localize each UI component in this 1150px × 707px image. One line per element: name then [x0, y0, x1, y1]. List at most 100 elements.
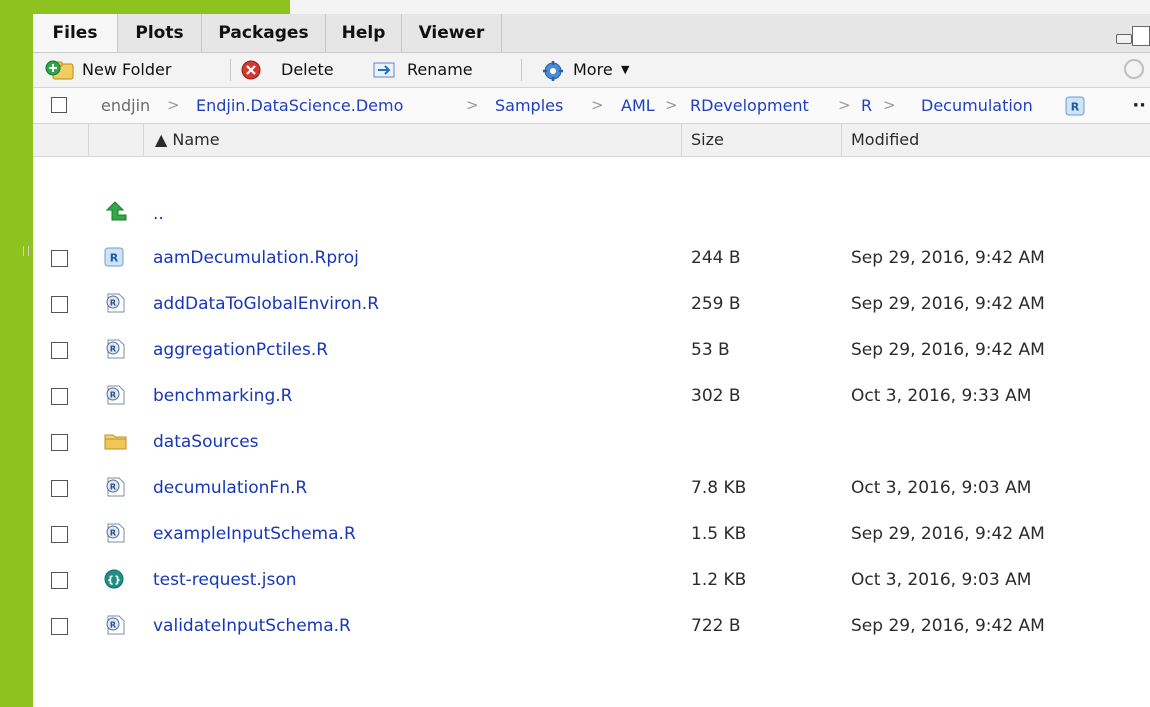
file-name-link[interactable]: addDataToGlobalEnviron.R: [153, 281, 379, 327]
svg-text:{}: {}: [107, 575, 121, 586]
column-header-size[interactable]: Size: [691, 124, 724, 156]
row-checkbox[interactable]: [51, 480, 68, 497]
delete-icon: [241, 60, 261, 80]
column-divider: [681, 124, 682, 156]
table-row: R aamDecumulation.Rproj 244 B Sep 29, 20…: [33, 235, 1150, 281]
file-name-link[interactable]: ..: [153, 191, 164, 237]
rename-icon: [373, 62, 395, 78]
new-folder-icon: [45, 60, 74, 80]
chevron-down-icon: ▼: [621, 63, 630, 76]
files-pane: Files Plots Packages Help Viewer New Fol…: [23, 0, 1150, 707]
file-size: 244 B: [691, 248, 741, 268]
row-checkbox[interactable]: [51, 618, 68, 635]
breadcrumb-overflow[interactable]: ··: [1132, 88, 1146, 123]
row-checkbox[interactable]: [51, 572, 68, 589]
new-folder-button[interactable]: New Folder: [45, 57, 215, 83]
file-size: 53 B: [691, 340, 730, 360]
breadcrumb-item[interactable]: Endjin.DataScience.Demo: [196, 88, 403, 123]
row-checkbox[interactable]: [51, 342, 68, 359]
more-button[interactable]: More ▼: [541, 57, 661, 83]
breadcrumb-item[interactable]: R: [861, 88, 872, 123]
breadcrumb-separator: >: [466, 96, 479, 114]
svg-text:R: R: [110, 252, 119, 265]
toolbar-separator: [521, 59, 522, 81]
toolbar-separator: [230, 59, 231, 81]
select-all-checkbox[interactable]: [51, 97, 67, 113]
tab-files[interactable]: Files: [33, 14, 118, 52]
refresh-icon[interactable]: [1124, 59, 1144, 79]
table-row: R aggregationPctiles.R 53 B Sep 29, 2016…: [33, 327, 1150, 373]
table-row: R addDataToGlobalEnviron.R 259 B Sep 29,…: [33, 281, 1150, 327]
column-header-name[interactable]: ▲ Name: [155, 124, 220, 156]
breadcrumb-item[interactable]: Samples: [495, 88, 563, 123]
table-row: {} test-request.json 1.2 KB Oct 3, 2016,…: [33, 557, 1150, 603]
row-checkbox[interactable]: [51, 388, 68, 405]
r-file-icon: R: [106, 339, 125, 359]
gear-icon: [543, 61, 563, 81]
column-divider: [841, 124, 842, 156]
rename-label: Rename: [407, 60, 473, 79]
r-file-icon: R: [106, 293, 125, 313]
r-file-icon: R: [106, 385, 125, 405]
file-name-link[interactable]: test-request.json: [153, 557, 297, 603]
file-name-link[interactable]: aamDecumulation.Rproj: [153, 235, 359, 281]
svg-text:R: R: [110, 299, 116, 308]
folder-name-link[interactable]: dataSources: [153, 419, 259, 465]
breadcrumb-item[interactable]: RDevelopment: [690, 88, 809, 123]
file-size: 302 B: [691, 386, 741, 406]
table-row: R validateInputSchema.R 722 B Sep 29, 20…: [33, 603, 1150, 649]
up-arrow-icon: [105, 201, 127, 221]
row-checkbox[interactable]: [51, 296, 68, 313]
files-toolbar: New Folder Delete Rename More ▼: [33, 53, 1150, 88]
table-row: R benchmarking.R 302 B Oct 3, 2016, 9:33…: [33, 373, 1150, 419]
tab-bar: Files Plots Packages Help Viewer: [33, 14, 1150, 53]
background-accent-left: [0, 0, 33, 707]
file-size: 722 B: [691, 616, 741, 636]
splitter-grip[interactable]: [23, 246, 29, 256]
breadcrumb-item[interactable]: endjin: [101, 88, 150, 123]
delete-button[interactable]: Delete: [241, 57, 361, 83]
breadcrumb-item[interactable]: Decumulation: [921, 88, 1033, 123]
svg-text:R: R: [110, 483, 116, 492]
column-header-modified[interactable]: Modified: [851, 124, 919, 156]
delete-label: Delete: [281, 60, 334, 79]
tab-viewer[interactable]: Viewer: [402, 14, 502, 52]
file-size: 259 B: [691, 294, 741, 314]
tab-packages[interactable]: Packages: [202, 14, 326, 52]
r-file-icon: R: [106, 615, 125, 635]
rproject-icon[interactable]: R: [1065, 96, 1085, 116]
row-checkbox[interactable]: [51, 526, 68, 543]
breadcrumb-item[interactable]: AML: [621, 88, 655, 123]
table-row: R exampleInputSchema.R 1.5 KB Sep 29, 20…: [33, 511, 1150, 557]
row-checkbox[interactable]: [51, 250, 68, 267]
svg-text:R: R: [1071, 101, 1080, 114]
file-modified: Oct 3, 2016, 9:03 AM: [851, 478, 1032, 498]
file-size: 7.8 KB: [691, 478, 747, 498]
table-row: dataSources: [33, 419, 1150, 465]
background-accent-top: [0, 0, 290, 14]
file-name-link[interactable]: aggregationPctiles.R: [153, 327, 328, 373]
file-list-header: ▲ Name Size Modified: [33, 124, 1150, 157]
new-folder-label: New Folder: [82, 60, 172, 79]
file-name-link[interactable]: decumulationFn.R: [153, 465, 307, 511]
breadcrumb-separator: >: [665, 96, 678, 114]
tab-plots[interactable]: Plots: [118, 14, 202, 52]
file-name-link[interactable]: benchmarking.R: [153, 373, 292, 419]
file-name-link[interactable]: exampleInputSchema.R: [153, 511, 356, 557]
breadcrumb-separator: >: [883, 96, 896, 114]
rename-button[interactable]: Rename: [373, 57, 503, 83]
more-label: More: [573, 60, 613, 79]
file-modified: Oct 3, 2016, 9:33 AM: [851, 386, 1032, 406]
file-name-link[interactable]: validateInputSchema.R: [153, 603, 351, 649]
breadcrumb-separator: >: [591, 96, 604, 114]
file-modified: Sep 29, 2016, 9:42 AM: [851, 248, 1045, 268]
svg-text:R: R: [110, 529, 116, 538]
maximize-icon[interactable]: [1132, 26, 1150, 46]
pane-resize-strip[interactable]: [290, 0, 1150, 14]
minimize-icon[interactable]: [1116, 34, 1132, 44]
file-modified: Sep 29, 2016, 9:42 AM: [851, 340, 1045, 360]
row-checkbox[interactable]: [51, 434, 68, 451]
tab-help[interactable]: Help: [326, 14, 402, 52]
file-size: 1.5 KB: [691, 524, 747, 544]
breadcrumb-separator: >: [838, 96, 851, 114]
